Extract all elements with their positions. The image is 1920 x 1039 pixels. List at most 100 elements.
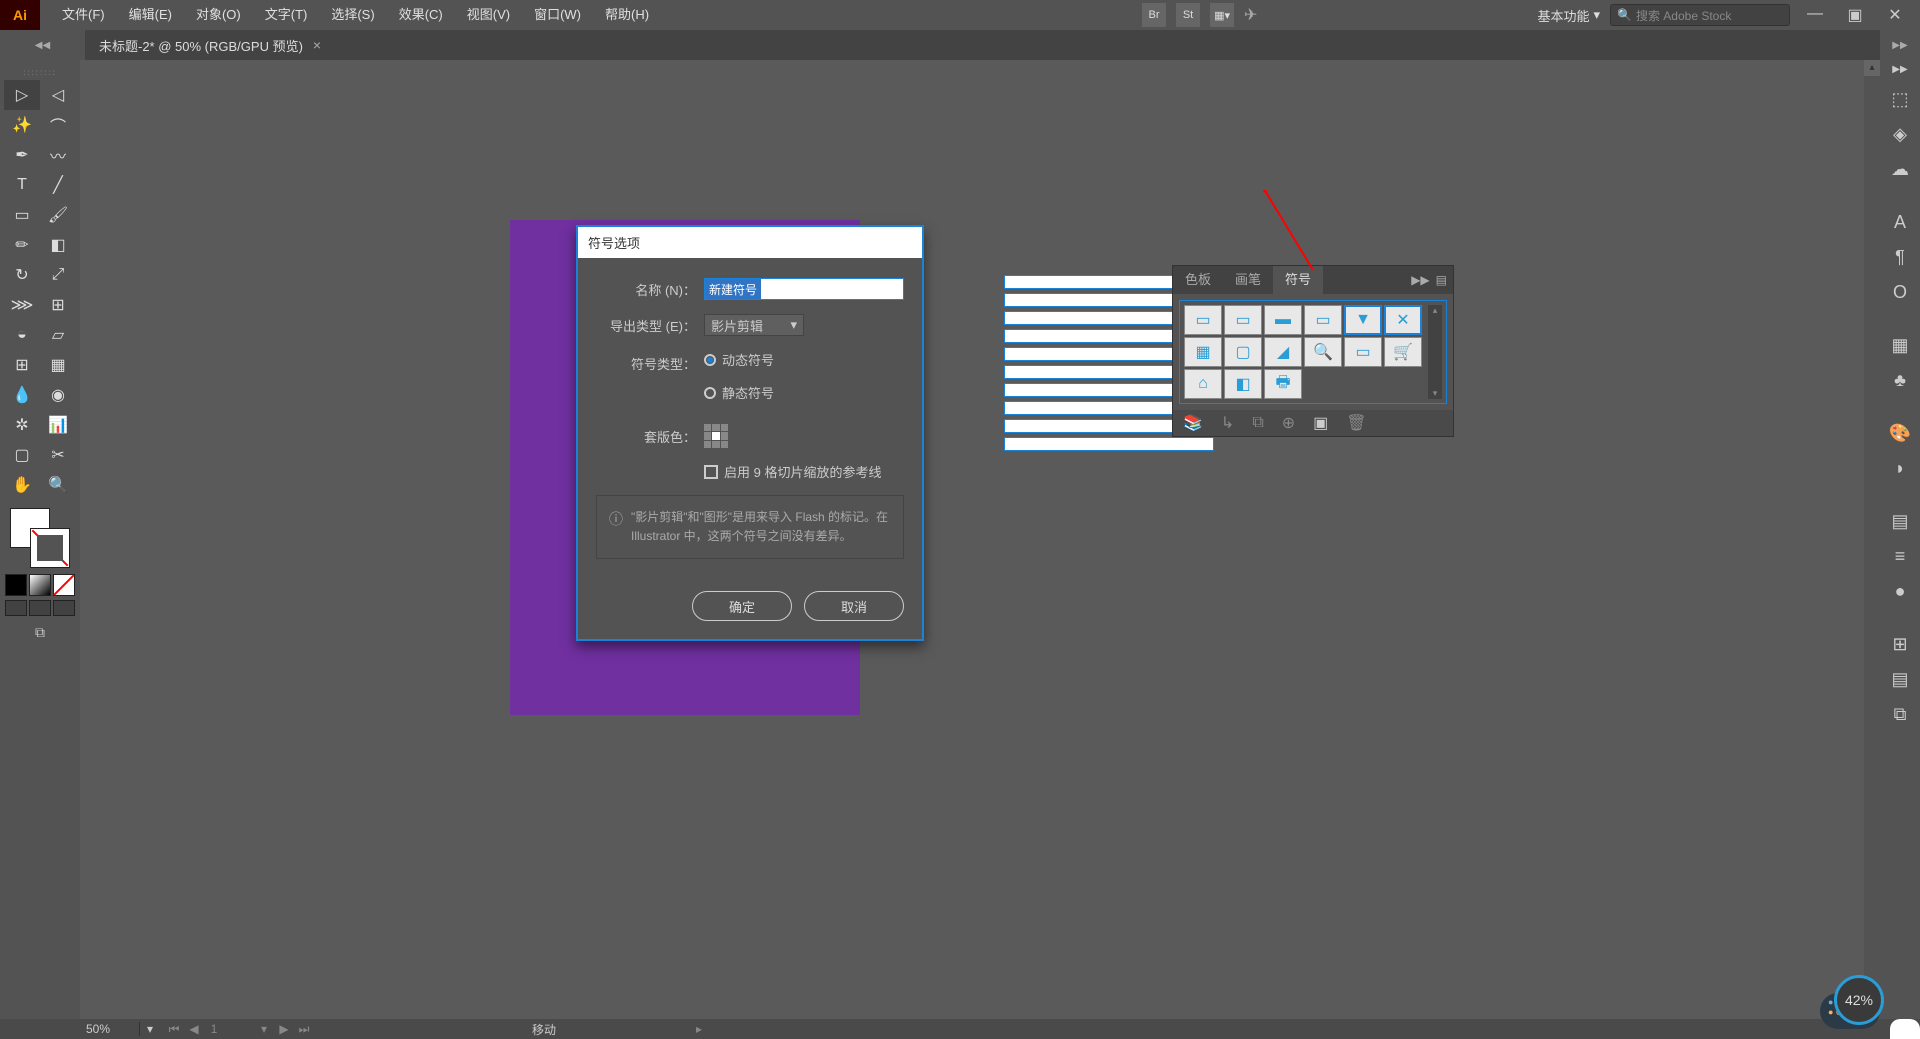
lasso-tool[interactable]: ⌒	[40, 110, 76, 140]
export-type-select[interactable]: 影片剪辑 ▾	[704, 314, 804, 336]
slice-tool[interactable]: ✂	[40, 440, 76, 470]
status-dropdown-icon[interactable]: ▸	[696, 1022, 702, 1036]
zoom-level[interactable]: 50%	[80, 1022, 140, 1036]
eyedropper-tool[interactable]: 💧	[4, 380, 40, 410]
draw-behind[interactable]	[29, 600, 51, 616]
scroll-up-icon[interactable]: ▴	[1433, 305, 1438, 316]
rectangle-tool[interactable]: ▭	[4, 200, 40, 230]
tab-symbols[interactable]: 符号	[1273, 266, 1323, 294]
menu-help[interactable]: 帮助(H)	[593, 0, 661, 30]
dynamic-symbol-radio[interactable]	[704, 354, 716, 366]
gradient-icon[interactable]: ●	[1895, 581, 1906, 602]
next-artboard-icon[interactable]: ▶	[276, 1022, 292, 1037]
document-tab[interactable]: 未标题-2* @ 50% (RGB/GPU 预览) ×	[85, 30, 335, 60]
properties-icon[interactable]: ⬚	[1891, 89, 1908, 110]
menu-window[interactable]: 窗口(W)	[522, 0, 593, 30]
magic-wand-tool[interactable]: ✨	[4, 110, 40, 140]
zoom-tool[interactable]: 🔍	[40, 470, 76, 500]
artboard-tool[interactable]: ▢	[4, 440, 40, 470]
minimize-button[interactable]: —	[1800, 5, 1830, 25]
artboard-number[interactable]: 1	[206, 1022, 222, 1037]
hand-tool[interactable]: ✋	[4, 470, 40, 500]
symbol-card[interactable]: ▭	[1344, 337, 1382, 367]
menu-file[interactable]: 文件(F)	[50, 0, 117, 30]
direct-selection-tool[interactable]: ◁	[40, 80, 76, 110]
draw-normal[interactable]	[5, 600, 27, 616]
menu-edit[interactable]: 编辑(E)	[117, 0, 184, 30]
prev-artboard-icon[interactable]: ◀	[186, 1022, 202, 1037]
bridge-button[interactable]: Br	[1142, 3, 1166, 27]
selection-tool[interactable]: ▷	[4, 80, 40, 110]
menu-object[interactable]: 对象(O)	[184, 0, 253, 30]
libraries-icon[interactable]: ☁	[1891, 159, 1909, 180]
symbol-close[interactable]: ✕	[1384, 305, 1422, 335]
symbol-tab[interactable]: ◧	[1224, 369, 1262, 399]
last-artboard-icon[interactable]: ⏭	[296, 1022, 312, 1037]
nine-slice-checkbox[interactable]	[704, 465, 718, 479]
registration-grid[interactable]	[704, 424, 728, 448]
transparency-icon[interactable]: ▤	[1891, 511, 1908, 532]
paragraph-icon[interactable]: ¶	[1895, 247, 1905, 268]
screen-mode-button[interactable]: ⧉	[35, 624, 45, 641]
name-input[interactable]: 新建符号	[704, 278, 904, 300]
stroke-swatch[interactable]	[30, 528, 70, 568]
first-artboard-icon[interactable]: ⏮	[166, 1022, 182, 1037]
tab-swatches[interactable]: 色板	[1173, 266, 1223, 294]
perspective-tool[interactable]: ▱	[40, 320, 76, 350]
menu-effect[interactable]: 效果(C)	[387, 0, 455, 30]
symbol-rss[interactable]: ◢	[1264, 337, 1302, 367]
menu-type[interactable]: 文字(T)	[253, 0, 320, 30]
menu-view[interactable]: 视图(V)	[455, 0, 522, 30]
ime-indicator[interactable]	[1890, 1019, 1920, 1039]
mesh-tool[interactable]: ⊞	[4, 350, 40, 380]
pathfinder-icon[interactable]: ⧉	[1894, 704, 1907, 725]
symbol-print[interactable]: 🖶	[1264, 369, 1302, 399]
width-tool[interactable]: ⋙	[4, 290, 40, 320]
search-input[interactable]: 🔍 搜索 Adobe Stock	[1610, 4, 1790, 26]
vertical-scrollbar[interactable]: ▴	[1864, 60, 1880, 1019]
color-icon[interactable]: 🎨	[1889, 423, 1911, 444]
symbol-library-icon[interactable]: 📚	[1183, 413, 1203, 433]
gradient-tool[interactable]: ▦	[40, 350, 76, 380]
symbol-sprayer-tool[interactable]: ✲	[4, 410, 40, 440]
symbol-field[interactable]: ▭	[1304, 305, 1342, 335]
stroke-icon[interactable]: ≡	[1895, 546, 1906, 567]
panel-expand-icon[interactable]: ▶▶	[1411, 273, 1429, 287]
scroll-up-icon[interactable]: ▴	[1864, 60, 1880, 76]
zoom-dropdown-icon[interactable]: ▾	[140, 1022, 160, 1036]
brushes-icon[interactable]: ♣	[1894, 370, 1906, 391]
draw-inside[interactable]	[53, 600, 75, 616]
collapse-right-panels-icon[interactable]: ▶▶	[1892, 64, 1907, 75]
align-icon[interactable]: ⊞	[1892, 634, 1907, 655]
color-mode-gradient[interactable]	[29, 574, 51, 596]
symbol-search[interactable]: 🔍	[1304, 337, 1342, 367]
symbol-dropdown[interactable]: ▼	[1344, 305, 1382, 335]
workspace-dropdown[interactable]: 基本功能 ▾	[1537, 6, 1600, 25]
pen-tool[interactable]: ✒	[4, 140, 40, 170]
close-button[interactable]: ✕	[1880, 5, 1910, 25]
graph-tool[interactable]: 📊	[40, 410, 76, 440]
panel-scrollbar[interactable]: ▴ ▾	[1428, 305, 1442, 399]
static-symbol-radio[interactable]	[704, 387, 716, 399]
canvas[interactable]: ▴	[80, 60, 1880, 1019]
character-icon[interactable]: A	[1894, 212, 1906, 233]
fill-stroke-swatch[interactable]	[10, 508, 70, 568]
panel-menu-icon[interactable]: ▤	[1436, 273, 1447, 287]
swatches-icon[interactable]: ▦	[1891, 335, 1908, 356]
artboard-dropdown-icon[interactable]: ▾	[256, 1022, 272, 1037]
paintbrush-tool[interactable]: 🖌	[40, 200, 76, 230]
arrange-documents-button[interactable]: ▦▾	[1210, 3, 1234, 27]
symbol-home[interactable]: ⌂	[1184, 369, 1222, 399]
symbol-cart[interactable]: 🛒	[1384, 337, 1422, 367]
collapse-right-icon[interactable]: ▶▶	[1892, 40, 1907, 51]
eraser-tool[interactable]: ◧	[40, 230, 76, 260]
color-mode-none[interactable]	[53, 574, 75, 596]
symbol-button[interactable]: ▭	[1184, 305, 1222, 335]
layers-icon[interactable]: ◈	[1893, 124, 1907, 145]
stock-button[interactable]: St	[1176, 3, 1200, 27]
curvature-tool[interactable]: 〰	[40, 140, 76, 170]
scale-tool[interactable]: ⤢	[40, 260, 76, 290]
symbol-calendar[interactable]: ▦	[1184, 337, 1222, 367]
shape-builder-tool[interactable]: ◒	[4, 320, 40, 350]
toolbar-grip[interactable]: ::::::::	[0, 64, 80, 80]
